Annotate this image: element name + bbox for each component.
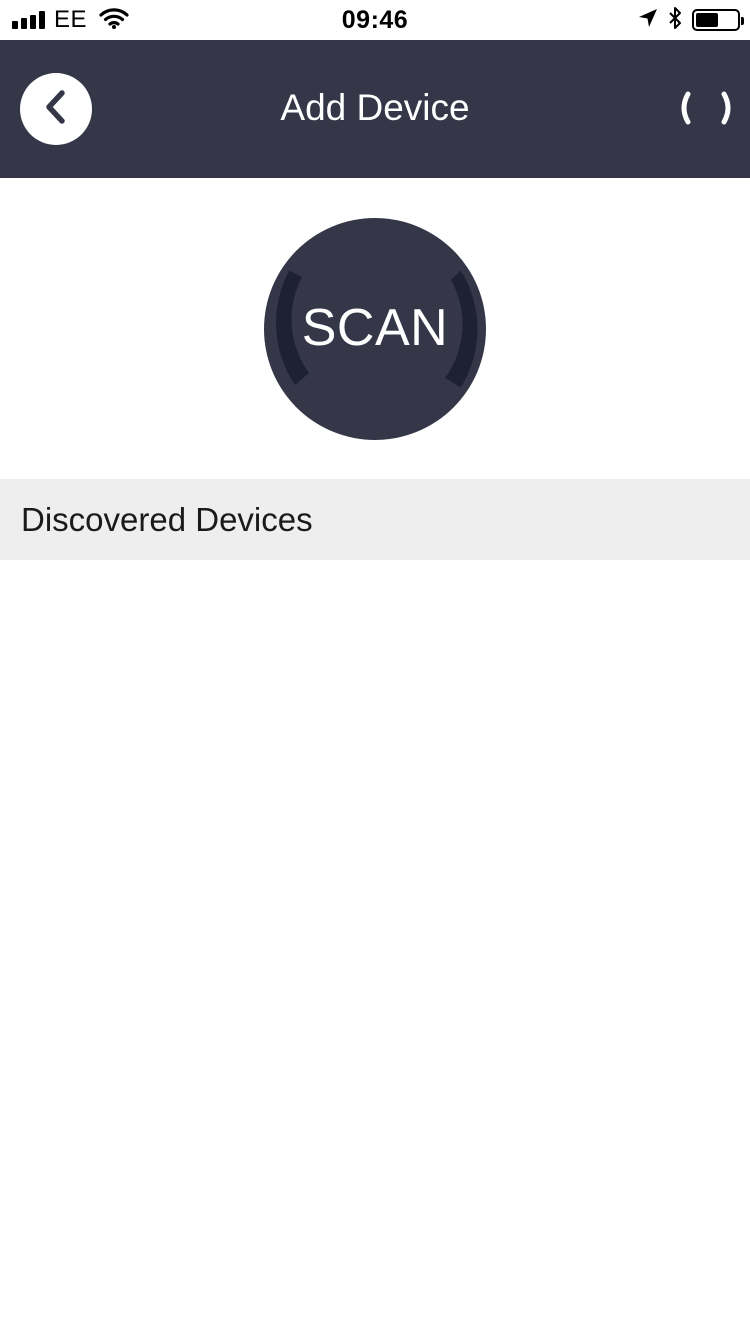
- battery-tip: [741, 17, 744, 25]
- status-bar-right: [638, 6, 744, 35]
- discovered-devices-header: Discovered Devices: [0, 479, 750, 560]
- scan-button[interactable]: SCAN: [264, 218, 486, 440]
- scan-button-label: SCAN: [301, 299, 449, 357]
- nav-header: Add Device: [0, 40, 750, 178]
- page-title: Add Device: [280, 87, 470, 128]
- status-bar: EE 09:46: [0, 0, 750, 40]
- battery-icon: [692, 9, 744, 31]
- section-title: Discovered Devices: [21, 501, 313, 538]
- discovered-device-list: [0, 560, 750, 1334]
- battery-level: [696, 13, 718, 27]
- bluetooth-icon: [668, 6, 682, 35]
- location-arrow-icon: [638, 8, 658, 33]
- loading-spinner-icon[interactable]: [680, 90, 732, 126]
